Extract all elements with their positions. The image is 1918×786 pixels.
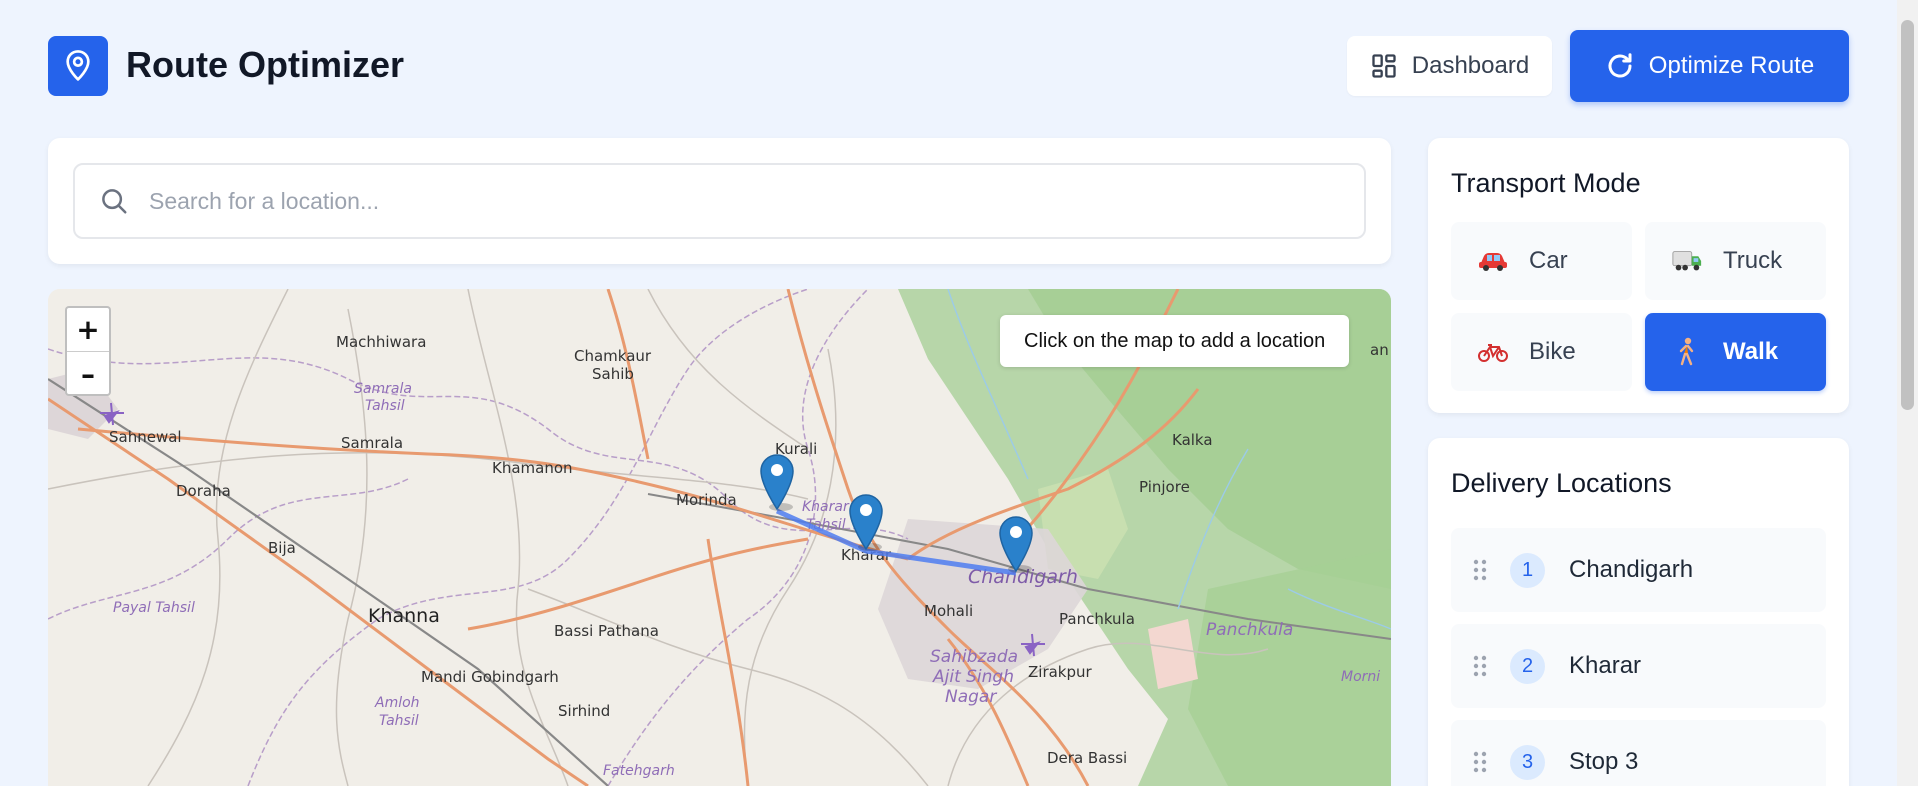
transport-mode-panel: Transport Mode Car Truck Bike Walk <box>1428 138 1849 413</box>
mode-bike-button[interactable]: Bike <box>1451 313 1632 391</box>
walking-person-icon <box>1671 336 1703 368</box>
mode-truck-button[interactable]: Truck <box>1645 222 1826 300</box>
map-hint: Click on the map to add a location <box>1000 315 1350 367</box>
bicycle-icon <box>1477 336 1509 368</box>
location-number-badge: 2 <box>1510 648 1545 684</box>
zoom-control: + – <box>65 306 111 396</box>
delivery-locations-panel: Delivery Locations 1 Chandigarh 2 Kharar… <box>1428 438 1849 786</box>
dashboard-button[interactable]: Dashboard <box>1347 36 1552 96</box>
mode-label: Truck <box>1723 247 1783 274</box>
location-name: Kharar <box>1569 652 1642 679</box>
optimize-route-button[interactable]: Optimize Route <box>1570 30 1849 102</box>
map-marker-icon[interactable] <box>757 451 797 511</box>
map-marker-icon[interactable] <box>846 491 886 551</box>
drag-handle-icon[interactable] <box>1473 750 1487 774</box>
grid-icon <box>1372 54 1396 78</box>
scrollbar-thumb[interactable] <box>1901 20 1914 410</box>
map-view[interactable]: Machhiwara Chamkaur Sahib Samrala Tahsil… <box>48 289 1391 786</box>
map-pin-icon <box>66 50 90 81</box>
dashboard-label: Dashboard <box>1411 52 1530 79</box>
optimize-route-label: Optimize Route <box>1648 52 1815 79</box>
zoom-out-button[interactable]: – <box>67 352 109 396</box>
drag-handle-icon[interactable] <box>1473 558 1487 582</box>
page-scrollbar[interactable] <box>1897 0 1918 786</box>
delivery-location-item[interactable]: 2 Kharar <box>1451 624 1826 708</box>
refresh-icon <box>1608 53 1632 78</box>
mode-label: Walk <box>1723 338 1779 365</box>
search-icon <box>99 186 129 216</box>
map-marker-icon[interactable] <box>996 513 1036 573</box>
location-number-badge: 1 <box>1510 552 1545 588</box>
search-card <box>48 138 1391 264</box>
delivery-location-item[interactable]: 1 Chandigarh <box>1451 528 1826 612</box>
mode-label: Car <box>1529 247 1568 274</box>
mode-walk-button[interactable]: Walk <box>1645 313 1826 391</box>
search-input[interactable] <box>149 165 1364 237</box>
delivery-locations-title: Delivery Locations <box>1451 468 1672 498</box>
app-title: Route Optimizer <box>126 44 405 85</box>
delivery-location-item[interactable]: 3 Stop 3 <box>1451 720 1826 786</box>
search-field[interactable] <box>73 163 1366 239</box>
mode-label: Bike <box>1529 338 1576 365</box>
location-name: Chandigarh <box>1569 556 1694 583</box>
car-icon <box>1477 245 1509 277</box>
truck-icon <box>1671 245 1703 277</box>
drag-handle-icon[interactable] <box>1473 654 1487 678</box>
location-number-badge: 3 <box>1510 744 1545 780</box>
location-name: Stop 3 <box>1569 748 1639 775</box>
app-logo <box>48 36 108 96</box>
zoom-in-button[interactable]: + <box>67 308 109 352</box>
mode-car-button[interactable]: Car <box>1451 222 1632 300</box>
transport-mode-title: Transport Mode <box>1451 168 1641 198</box>
